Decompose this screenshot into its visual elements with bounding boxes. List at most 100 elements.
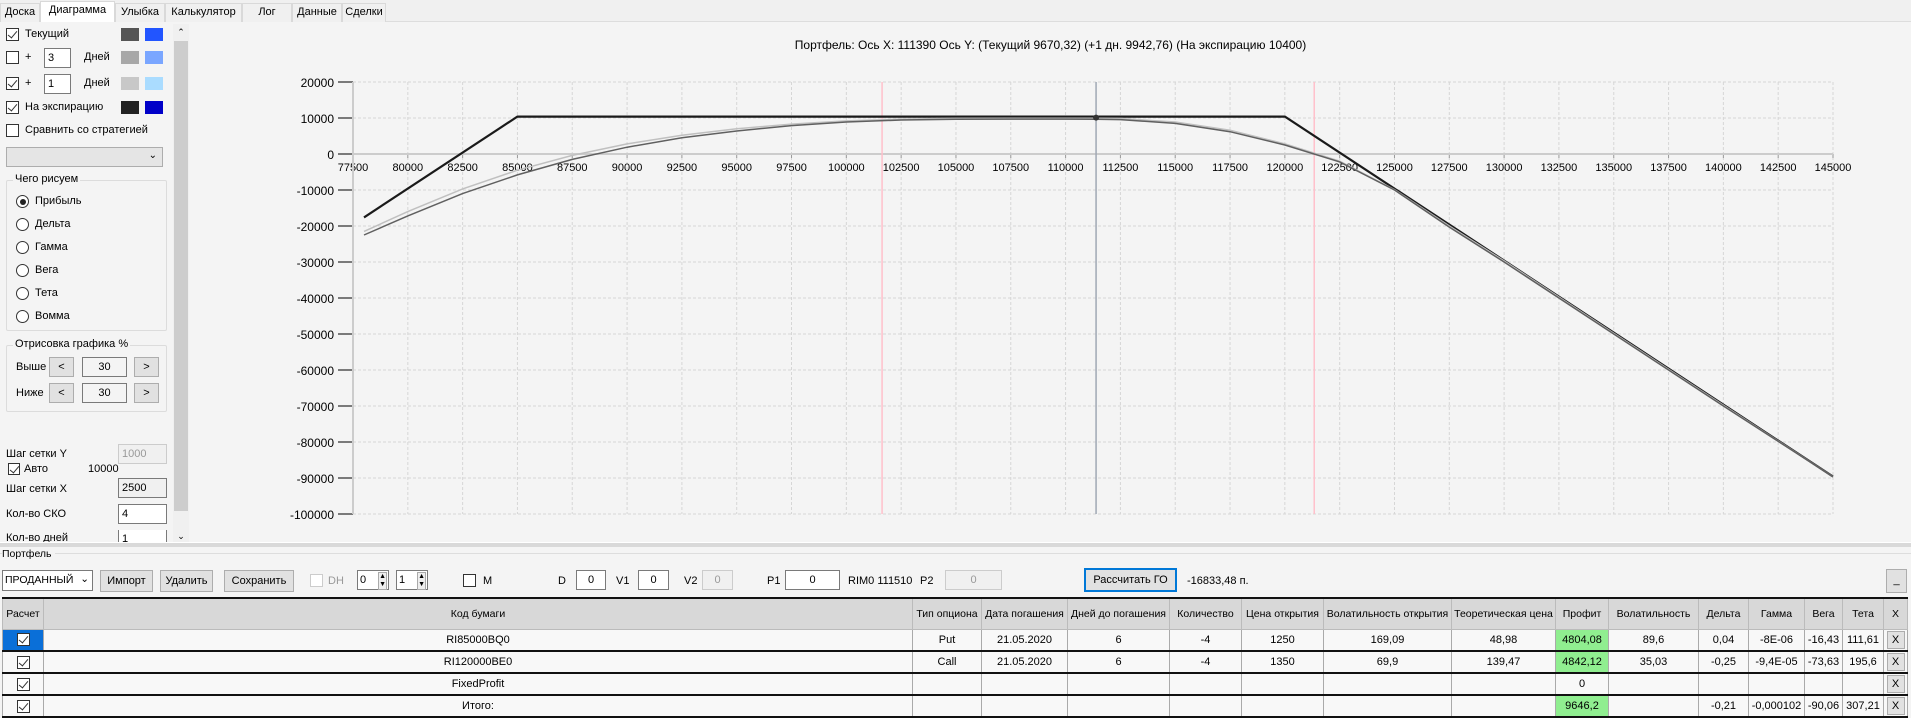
payoff-chart[interactable]: 7750080000825008500087500900009250095000…: [0, 0, 1911, 545]
column-header[interactable]: X: [1883, 597, 1908, 630]
calculate-margin-button[interactable]: Рассчитать ГО: [1084, 568, 1177, 592]
x-tick-label: 140000: [1705, 162, 1742, 174]
column-header[interactable]: Теоретическая цена: [1451, 597, 1556, 630]
calc-cell[interactable]: [2, 628, 44, 652]
x-tick-label: 82500: [447, 162, 478, 174]
calc-checkbox[interactable]: [16, 655, 30, 669]
import-button[interactable]: Импорт: [100, 570, 153, 592]
table-cell: [981, 672, 1068, 696]
column-header[interactable]: Профит: [1555, 597, 1609, 630]
p2-input[interactable]: 0: [945, 570, 1002, 590]
m-checkbox[interactable]: [463, 574, 476, 587]
x-tick-label: 135000: [1595, 162, 1632, 174]
x-tick-label: 137500: [1650, 162, 1687, 174]
table-cell: -0,21: [1698, 694, 1749, 718]
table-cell: [981, 694, 1068, 718]
v2-input[interactable]: 0: [702, 570, 733, 590]
table-cell: Call: [912, 650, 982, 674]
table-cell: 111,61: [1842, 628, 1884, 652]
x-tick-label: 145000: [1815, 162, 1852, 174]
table-cell: 6: [1067, 628, 1170, 652]
y-tick-label: 0: [327, 148, 334, 162]
column-header[interactable]: Волатильность: [1608, 597, 1699, 630]
spinner-2-value: 1: [399, 574, 406, 586]
table-cell: 48,98: [1451, 628, 1556, 652]
delete-row-button[interactable]: X: [1886, 697, 1905, 715]
calc-cell[interactable]: [2, 650, 44, 674]
calc-checkbox[interactable]: [16, 633, 30, 647]
calc-checkbox[interactable]: [16, 699, 30, 713]
x-tick-label: 112500: [1102, 162, 1138, 174]
table-cell: RI85000BQ0: [43, 628, 913, 652]
column-header[interactable]: Тип опциона: [912, 597, 982, 630]
portfolio-title: Портфель: [2, 548, 55, 560]
table-cell: -4: [1169, 650, 1242, 674]
table-row[interactable]: RI120000BE0 Call 21.05.2020 6 -4 1350 69,9 139,…: [2, 650, 1908, 674]
column-header[interactable]: Цена открытия: [1241, 597, 1324, 630]
table-cell: [1067, 694, 1170, 718]
x-tick-label: 105000: [938, 162, 975, 174]
column-header[interactable]: Дата погашения: [981, 597, 1068, 630]
table-cell: 169,09: [1323, 628, 1452, 652]
table-cell: 69,9: [1323, 650, 1452, 674]
d-input[interactable]: 0: [576, 570, 606, 590]
table-cell: -16,43: [1804, 628, 1843, 652]
table-cell: 35,03: [1608, 650, 1699, 674]
spinner-arrows-icon[interactable]: ▲ ▼: [417, 572, 426, 590]
column-header[interactable]: Расчет: [2, 597, 44, 630]
column-header[interactable]: Гамма: [1748, 597, 1805, 630]
minimize-button[interactable]: _: [1886, 569, 1907, 593]
p1-input[interactable]: 0: [785, 570, 840, 590]
y-tick-label: -40000: [297, 292, 335, 306]
table-row[interactable]: RI85000BQ0 Put 21.05.2020 6 -4 1250 169,09 48,9…: [2, 628, 1908, 652]
calc-cell[interactable]: [2, 672, 44, 696]
column-header[interactable]: Дней до погашения: [1067, 597, 1170, 630]
column-header[interactable]: Вега: [1804, 597, 1843, 630]
delete-row-cell: X: [1883, 650, 1908, 674]
y-tick-label: 20000: [301, 76, 335, 90]
column-header[interactable]: Тета: [1842, 597, 1884, 630]
table-cell: -0,25: [1698, 650, 1749, 674]
table-cell: [912, 672, 982, 696]
table-cell: 89,6: [1608, 628, 1699, 652]
position-type-select[interactable]: ПРОДАННЫЙ ⌄: [2, 570, 93, 591]
delete-row-button[interactable]: X: [1886, 653, 1905, 671]
table-cell: 6: [1067, 650, 1170, 674]
column-header[interactable]: Код бумаги: [43, 597, 913, 630]
x-tick-label: 110000: [1048, 162, 1084, 174]
x-tick-label: 87500: [557, 162, 588, 174]
delete-row-button[interactable]: X: [1886, 630, 1905, 649]
chevron-down-icon: ⌄: [80, 573, 89, 585]
spinner-2[interactable]: 1 ▲ ▼: [396, 570, 428, 590]
table-cell: 1250: [1241, 628, 1324, 652]
spinner-arrows-icon[interactable]: ▲ ▼: [378, 572, 387, 590]
table-row[interactable]: FixedProfit 0 X: [2, 672, 1908, 696]
column-header[interactable]: Дельта: [1698, 597, 1749, 630]
table-cell: [1608, 672, 1699, 696]
position-type-value: ПРОДАННЫЙ: [5, 574, 74, 586]
table-cell: [1608, 694, 1699, 718]
y-tick-label: -80000: [297, 436, 335, 450]
dh-label: DH: [328, 575, 344, 587]
calc-checkbox[interactable]: [16, 677, 30, 691]
splitter[interactable]: [0, 542, 1911, 547]
y-tick-label: 10000: [301, 112, 335, 126]
table-cell: [1323, 694, 1452, 718]
save-button[interactable]: Сохранить: [224, 570, 294, 592]
y-tick-label: -10000: [297, 184, 335, 198]
delete-row-button[interactable]: X: [1886, 675, 1905, 693]
table-row[interactable]: Итого: 9646,2 -0,21 -0,000102 -90,06 307,21 X: [2, 694, 1908, 718]
underlying-price: RIM0 111510: [848, 575, 913, 587]
x-tick-label: 107500: [992, 162, 1029, 174]
table-cell: 4804,08: [1555, 628, 1609, 652]
spinner-1[interactable]: 0 ▲ ▼: [357, 570, 389, 590]
v1-input[interactable]: 0: [638, 570, 669, 590]
calc-cell[interactable]: [2, 694, 44, 718]
column-header[interactable]: Количество: [1169, 597, 1242, 630]
dh-checkbox[interactable]: [310, 574, 323, 587]
column-header[interactable]: Волатильность открытия: [1323, 597, 1452, 630]
margin-value: -16833,48 п.: [1187, 575, 1249, 587]
delete-button[interactable]: Удалить: [160, 570, 213, 592]
table-cell: 0: [1555, 672, 1609, 696]
table-cell: RI120000BE0: [43, 650, 913, 674]
